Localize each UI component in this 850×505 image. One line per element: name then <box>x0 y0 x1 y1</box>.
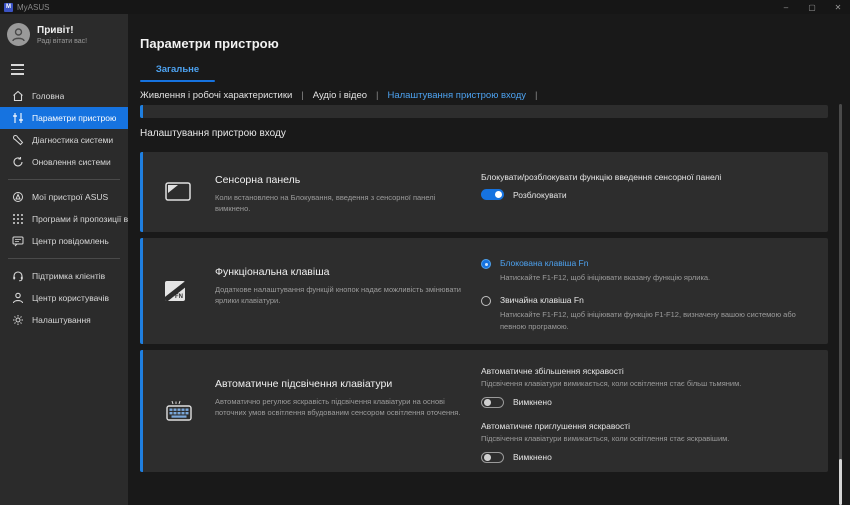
sidebar-item-label: Центр користувачів <box>32 293 109 303</box>
sidebar-item-customer-support[interactable]: Підтримка клієнтів <box>0 265 128 287</box>
sidebar-nav-bottom: Підтримка клієнтів Центр користувачів На… <box>0 265 128 331</box>
scrollbar-track[interactable] <box>839 104 842 505</box>
card-description: Додаткове налаштування функцій кнопок на… <box>215 284 470 307</box>
close-button[interactable]: ✕ <box>832 3 844 12</box>
sidebar-item-apps-offers[interactable]: Програми й пропозиції від... <box>0 208 128 230</box>
card-fn-key: FN Функціональна клавіша Додаткове налаш… <box>140 238 828 344</box>
touchpad-toggle[interactable] <box>481 189 504 200</box>
tab-general-label: Загальне <box>140 64 215 75</box>
subnav-separator: | <box>301 90 303 101</box>
greeting-title: Привіт! <box>37 25 87 36</box>
backlight-increase-state-label: Вимкнено <box>513 397 552 407</box>
radio-unselected-icon <box>481 296 491 306</box>
sidebar-divider <box>8 258 120 259</box>
sidebar-item-label: Параметри пристрою <box>32 113 116 123</box>
settings-gear-icon <box>11 313 24 326</box>
card-partial-previous-section <box>140 105 828 118</box>
sidebar-item-label: Мої пристрої ASUS <box>32 192 108 202</box>
titlebar: M MyASUS – ▢ ✕ <box>0 0 850 14</box>
avatar[interactable] <box>7 23 30 46</box>
sidebar-item-diagnostics[interactable]: Діагностика системи <box>0 129 128 151</box>
card-title: Функціональна клавіша <box>215 266 470 278</box>
sidebar-nav-middle: Мої пристрої ASUS Програми й пропозиції … <box>0 186 128 252</box>
sidebar-item-device-settings[interactable]: Параметри пристрою <box>0 107 128 129</box>
radio-label: Звичайна клавіша Fn <box>500 295 800 305</box>
sidebar-item-label: Діагностика системи <box>32 135 113 145</box>
tab-active-underline <box>140 80 215 82</box>
apps-grid-icon <box>11 212 24 225</box>
greeting-subtitle: Раді вітати вас! <box>37 38 87 45</box>
hamburger-menu-icon[interactable] <box>0 56 128 81</box>
sidebar-item-user-center[interactable]: Центр користувачів <box>0 287 128 309</box>
diagnostics-icon <box>11 133 24 146</box>
backlight-dim-group: Автоматичне приглушення яскравості Підсв… <box>481 421 816 463</box>
user-center-icon <box>11 291 24 304</box>
touchpad-toggle-state-label: Розблокувати <box>513 190 567 200</box>
myasus-window: M MyASUS – ▢ ✕ Привіт! Раді вітати вас! <box>0 0 850 505</box>
backlight-dim-label: Автоматичне приглушення яскравості <box>481 421 816 431</box>
touchpad-control-label: Блокувати/розблокувати функцію введення … <box>481 172 816 182</box>
sidebar-item-system-update[interactable]: Оновлення системи <box>0 151 128 173</box>
scrollbar-thumb[interactable] <box>839 459 842 505</box>
subnav-link-audio-video[interactable]: Аудіо і відео <box>313 90 367 101</box>
sidebar-item-label: Програми й пропозиції від... <box>32 214 128 224</box>
my-devices-icon <box>11 190 24 203</box>
subnav-separator: | <box>376 90 378 101</box>
sidebar-item-label: Оновлення системи <box>32 157 111 167</box>
sidebar-item-home[interactable]: Головна <box>0 85 128 107</box>
sidebar-item-message-center[interactable]: Центр повідомлень <box>0 230 128 252</box>
sidebar-item-settings[interactable]: Налаштування <box>0 309 128 331</box>
app-title: MyASUS <box>17 3 49 12</box>
keyboard-backlight-icon <box>165 400 193 427</box>
backlight-increase-group: Автоматичне збільшення яскравості Підсві… <box>481 366 816 408</box>
sidebar-divider <box>8 179 120 180</box>
window-controls: – ▢ ✕ <box>780 0 846 14</box>
fn-key-icon: FN <box>165 281 185 301</box>
backlight-dim-toggle[interactable] <box>481 452 504 463</box>
subnav-link-input-device[interactable]: Налаштування пристрою входу <box>388 90 527 101</box>
user-greeting[interactable]: Привіт! Раді вітати вас! <box>0 14 128 56</box>
maximize-button[interactable]: ▢ <box>806 3 818 12</box>
sidebar-item-my-devices[interactable]: Мої пристрої ASUS <box>0 186 128 208</box>
card-keyboard-backlight: Автоматичне підсвічення клавіатури Автом… <box>140 350 828 472</box>
backlight-increase-label: Автоматичне збільшення яскравості <box>481 366 816 376</box>
touchpad-icon <box>165 182 191 206</box>
card-description: Автоматично регулює яскравість підсвічен… <box>215 396 470 419</box>
sidebar-item-label: Підтримка клієнтів <box>32 271 105 281</box>
subnav: Живлення і робочі характеристики | Аудіо… <box>140 90 547 101</box>
main-content: Параметри пристрою Загальне Живлення і р… <box>128 14 850 505</box>
radio-fn-lock[interactable]: Блокована клавіша Fn Натискайте F1-F12, … <box>481 258 816 283</box>
card-description: Коли встановлено на Блокування, введення… <box>215 192 470 215</box>
support-headset-icon <box>11 269 24 282</box>
message-center-icon <box>11 234 24 247</box>
asus-logo-icon: M <box>4 3 13 12</box>
sidebar-item-label: Головна <box>32 91 64 101</box>
device-settings-icon <box>11 111 24 124</box>
backlight-dim-state-label: Вимкнено <box>513 452 552 462</box>
person-icon <box>11 27 26 42</box>
card-title: Сенсорна панель <box>215 174 470 186</box>
radio-fn-normal[interactable]: Звичайна клавіша Fn Натискайте F1-F12, щ… <box>481 295 816 332</box>
home-icon <box>11 89 24 102</box>
sidebar-item-label: Центр повідомлень <box>32 236 109 246</box>
card-touchpad: Сенсорна панель Коли встановлено на Блок… <box>140 152 828 232</box>
radio-description: Натискайте F1-F12, щоб ініціювати вказан… <box>500 272 800 283</box>
radio-description: Натискайте F1-F12, щоб ініціювати функці… <box>500 309 800 332</box>
subnav-link-power[interactable]: Живлення і робочі характеристики <box>140 90 292 101</box>
sidebar: Привіт! Раді вітати вас! Головна <box>0 14 128 505</box>
backlight-increase-description: Підсвічення клавіатури вимикається, коли… <box>481 379 816 390</box>
tab-general[interactable]: Загальне <box>140 64 215 82</box>
backlight-increase-toggle[interactable] <box>481 397 504 408</box>
page-title: Параметри пристрою <box>140 36 279 51</box>
radio-selected-icon <box>481 259 491 269</box>
section-title: Налаштування пристрою входу <box>140 128 286 139</box>
minimize-button[interactable]: – <box>780 3 792 12</box>
radio-label: Блокована клавіша Fn <box>500 258 800 268</box>
sidebar-item-label: Налаштування <box>32 315 91 325</box>
backlight-dim-description: Підсвічення клавіатури вимикається, коли… <box>481 434 816 445</box>
card-title: Автоматичне підсвічення клавіатури <box>215 378 470 390</box>
subnav-separator: | <box>535 90 537 101</box>
sidebar-nav-top: Головна Параметри пристрою Діагностика с… <box>0 85 128 173</box>
system-update-icon <box>11 155 24 168</box>
